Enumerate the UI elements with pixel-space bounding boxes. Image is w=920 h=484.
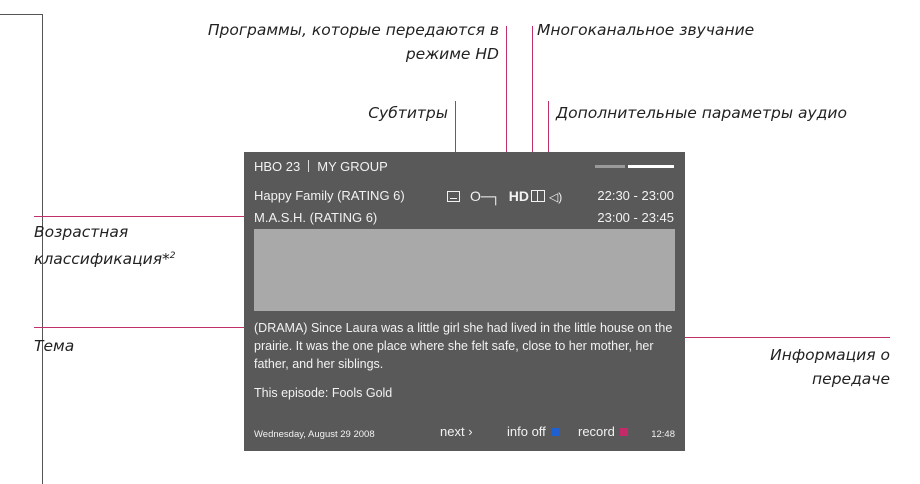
key-icon: O─┐ [470,188,501,204]
audio-options-icon: ◁) [548,190,563,204]
info-off-button[interactable]: info off [507,423,559,441]
record-label: record [578,424,615,439]
signal-bar-inactive [595,165,625,168]
label-extra-audio: Дополнительные параметры аудио [556,104,847,122]
next-label: next [440,424,465,439]
next-button[interactable]: next › [440,423,473,441]
picture-placeholder [254,229,675,311]
label-theme: Тема [34,337,75,355]
callout-line-program-info [685,337,890,338]
channel-group: MY GROUP [317,159,388,174]
label-age-rating: Возрастная классификация*2 [34,220,176,271]
blue-square-icon [550,428,559,436]
next-program-time: 23:00 - 23:45 [597,210,674,225]
current-program-time: 22:30 - 23:00 [597,188,674,203]
frame-top-border [0,14,42,15]
channel-name: HBO 23 [254,159,301,174]
red-square-icon [619,428,628,436]
callout-line-age-rating [34,216,244,217]
label-age-rating-sup: 2 [169,251,176,261]
label-subtitles: Субтитры [368,104,448,122]
chevron-right-icon: › [468,424,473,439]
label-age-rating-line2: классификация* [34,250,170,269]
callout-line-theme [34,327,244,328]
dolby-icon [530,190,545,202]
subtitles-icon [447,191,460,202]
clock: 12:48 [651,429,675,440]
label-hd-programs-line1: Программы, которые передаются в [207,21,499,39]
label-hd-programs: Программы, которые передаются в режиме H… [208,18,499,66]
feature-icons: O─┐ HD ◁) [447,187,562,206]
date-label: Wednesday, August 29 2008 [254,429,375,440]
label-program-info: Информация о передаче [770,343,890,391]
label-program-info-line2: передаче [812,370,890,388]
info-off-label: info off [507,424,546,439]
channel-row: HBO 23 MY GROUP [254,158,388,176]
label-age-rating-line1: Возрастная [34,223,129,241]
program-info-screen: HBO 23 MY GROUP Happy Family (RATING 6) O… [244,152,685,451]
label-hd-programs-line2: режиме HD [405,45,499,63]
signal-bar-active [628,165,674,168]
program-description: (DRAMA) Since Laura was a little girl sh… [254,321,673,371]
label-program-info-line1: Информация о [770,346,890,364]
episode-title: This episode: Fools Gold [254,386,393,400]
next-program-title: M.A.S.H. (RATING 6) [254,210,378,225]
divider [308,160,310,172]
current-program-title: Happy Family (RATING 6) [254,188,405,203]
hd-icon: HD [508,188,529,204]
label-multichannel: Многоканальное звучание [537,21,755,39]
record-button[interactable]: record [578,423,628,441]
